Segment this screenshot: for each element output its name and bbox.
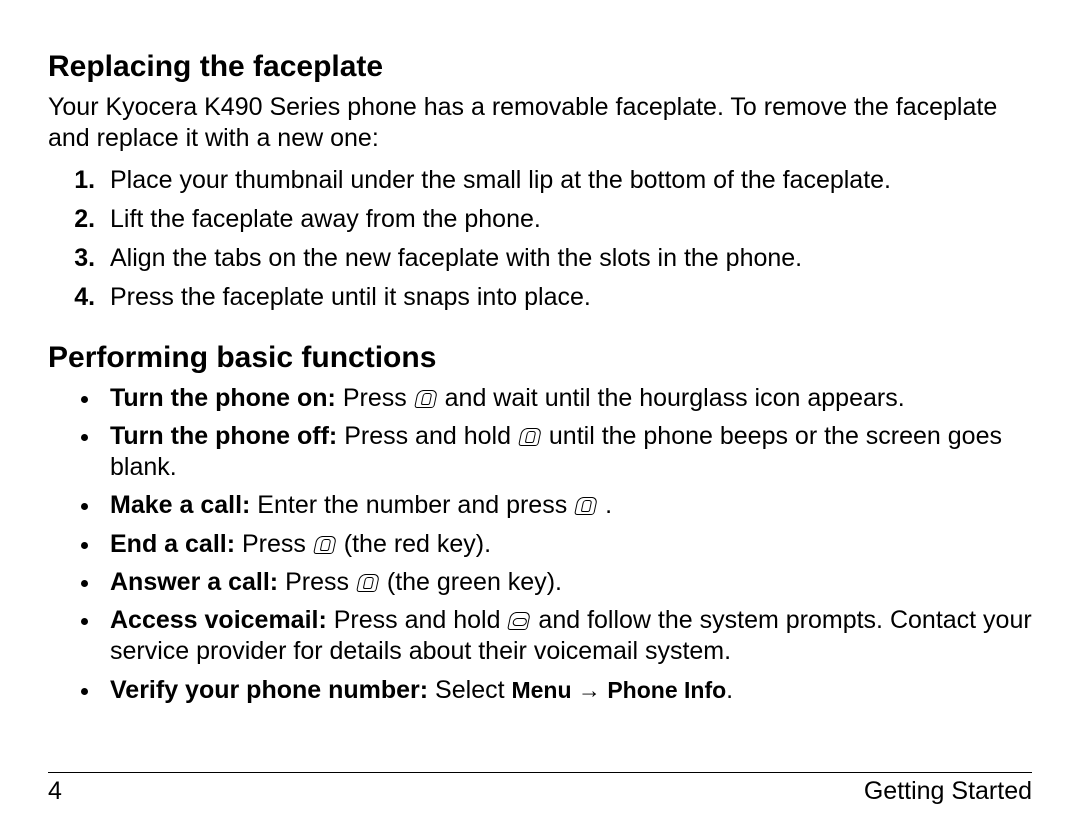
basic-functions-list: Turn the phone on: Press and wait until … xyxy=(48,383,1032,706)
manual-page: Replacing the faceplate Your Kyocera K49… xyxy=(0,0,1080,834)
item-text-after: (the green key). xyxy=(380,568,562,596)
item-text-before: Press xyxy=(235,530,313,558)
item-text-before: Press xyxy=(336,384,414,412)
menu-path-b: Phone Info xyxy=(607,677,726,703)
item-label: Turn the phone on: xyxy=(110,384,336,412)
list-item: Press the faceplate until it snaps into … xyxy=(102,281,1032,313)
voicemail-key-icon xyxy=(508,612,532,630)
item-text-after: . xyxy=(598,491,612,519)
page-number: 4 xyxy=(48,777,62,806)
item-label: Turn the phone off: xyxy=(110,422,337,450)
faceplate-steps-list: Place your thumbnail under the small lip… xyxy=(48,164,1032,313)
list-item: Answer a call: Press (the green key). xyxy=(102,567,1032,598)
end-key-icon xyxy=(414,390,438,408)
item-text-before: Enter the number and press xyxy=(250,491,574,519)
list-item: Turn the phone off: Press and hold until… xyxy=(102,421,1032,484)
list-item: End a call: Press (the red key). xyxy=(102,529,1032,560)
item-text-before: Press and hold xyxy=(337,422,518,450)
list-item: Place your thumbnail under the small lip… xyxy=(102,164,1032,196)
menu-path-a: Menu xyxy=(511,677,571,703)
item-label: Verify your phone number: xyxy=(110,676,428,704)
item-text-after: (the red key). xyxy=(337,530,491,558)
item-text-after: and wait until the hourglass icon appear… xyxy=(438,384,905,412)
list-item: Lift the faceplate away from the phone. xyxy=(102,203,1032,235)
end-key-icon xyxy=(313,536,337,554)
arrow-icon: → xyxy=(572,677,608,703)
item-label: Make a call: xyxy=(110,491,250,519)
item-label: End a call: xyxy=(110,530,235,558)
item-label: Answer a call: xyxy=(110,568,278,596)
list-item: Access voicemail: Press and hold and fol… xyxy=(102,605,1032,668)
talk-key-icon xyxy=(574,497,598,515)
intro-paragraph: Your Kyocera K490 Series phone has a rem… xyxy=(48,92,1032,155)
footer-section-title: Getting Started xyxy=(864,777,1032,806)
list-item: Turn the phone on: Press and wait until … xyxy=(102,383,1032,414)
heading-basic-functions: Performing basic functions xyxy=(48,339,1032,377)
item-text-before: Select xyxy=(428,676,511,704)
item-text-before: Press and hold xyxy=(327,606,508,634)
heading-replacing-faceplate: Replacing the faceplate xyxy=(48,48,1032,86)
list-item: Align the tabs on the new faceplate with… xyxy=(102,242,1032,274)
page-footer: 4 Getting Started xyxy=(48,772,1032,806)
item-text-before: Press xyxy=(278,568,356,596)
end-key-icon xyxy=(518,428,542,446)
talk-key-icon xyxy=(356,574,380,592)
list-item: Verify your phone number: Select Menu → … xyxy=(102,675,1032,706)
item-text-after: . xyxy=(726,676,733,704)
item-label: Access voicemail: xyxy=(110,606,327,634)
list-item: Make a call: Enter the number and press … xyxy=(102,490,1032,521)
